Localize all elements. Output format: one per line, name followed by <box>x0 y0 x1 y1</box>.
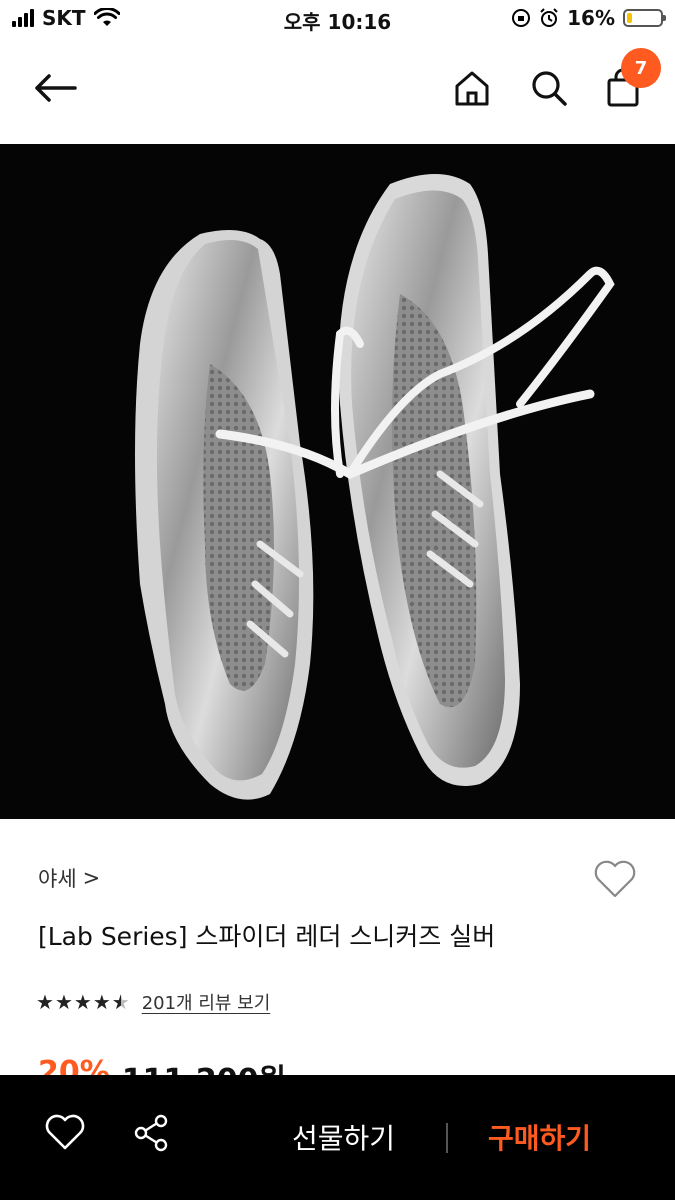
rating-row: ★ ★ ★ ★ ★★ 201개 리뷰 보기 <box>36 989 270 1015</box>
alarm-icon <box>540 8 558 27</box>
star-icon: ★ <box>54 990 73 1014</box>
home-button[interactable] <box>450 66 494 110</box>
arrow-left-icon <box>35 74 77 102</box>
wishlist-button[interactable] <box>592 859 638 903</box>
search-button[interactable] <box>527 66 571 110</box>
chevron-right-icon: > <box>82 866 101 890</box>
cart-count-badge: 7 <box>621 48 661 88</box>
product-info: 야세 > [Lab Series] 스파이더 레더 스니커즈 실버 ★ ★ ★ … <box>0 819 675 1098</box>
brand-link[interactable]: 야세 > <box>38 863 100 893</box>
brand-name: 야세 <box>38 867 77 891</box>
heart-icon <box>594 860 636 898</box>
gift-button[interactable]: 선물하기 <box>292 1117 395 1157</box>
status-bar: SKT 오후 10:16 16% <box>0 0 675 40</box>
back-button[interactable] <box>28 66 82 110</box>
bottom-action-bar: 선물하기 구매하기 <box>0 1075 675 1200</box>
heart-icon <box>45 1114 85 1150</box>
top-nav <box>0 40 675 144</box>
share-icon <box>134 1114 168 1152</box>
like-button[interactable] <box>44 1113 86 1155</box>
star-icon: ★ <box>73 990 92 1014</box>
silver-sneakers-photo <box>0 144 675 819</box>
half-star-icon: ★★ <box>111 990 130 1014</box>
search-icon <box>532 71 567 106</box>
home-icon <box>455 71 489 106</box>
rating-stars: ★ ★ ★ ★ ★★ <box>36 990 130 1014</box>
star-icon: ★ <box>36 990 54 1014</box>
battery-percent: 16% <box>567 6 615 30</box>
review-link[interactable]: 201개 리뷰 보기 <box>142 989 271 1015</box>
orientation-lock-icon <box>512 9 531 27</box>
share-button[interactable] <box>131 1113 171 1157</box>
battery-icon <box>623 9 666 27</box>
buy-button[interactable]: 구매하기 <box>488 1117 591 1157</box>
product-title: [Lab Series] 스파이더 레더 스니커즈 실버 <box>38 922 496 951</box>
divider <box>446 1123 448 1153</box>
star-icon: ★ <box>92 990 111 1014</box>
product-image[interactable] <box>0 144 675 819</box>
